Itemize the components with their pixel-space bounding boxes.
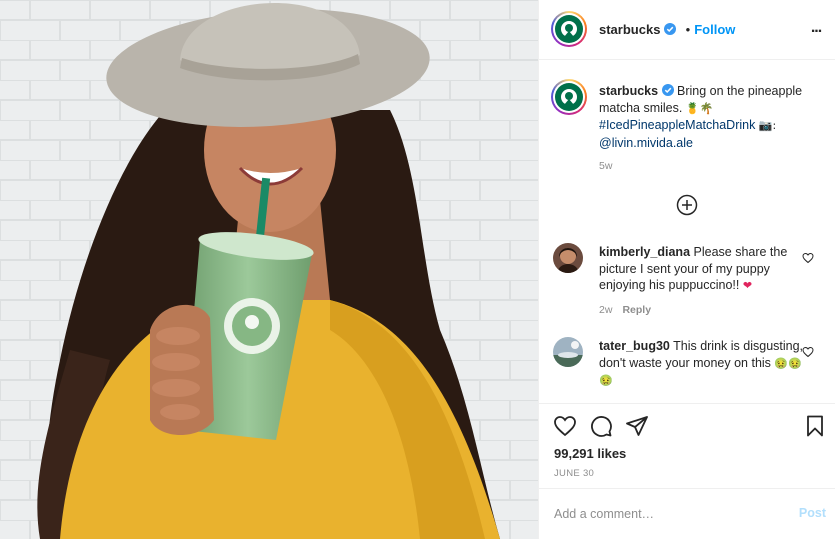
comment-1: kimberly_diana Please share the picture … <box>599 244 804 295</box>
commenter-avatar[interactable] <box>553 337 583 367</box>
post-side-panel: starbucks • Follow ... starbucks Bring on… <box>538 0 835 539</box>
like-comment-heart-icon[interactable] <box>802 346 814 358</box>
comment-1-meta: 2w Reply <box>599 304 651 316</box>
like-comment-heart-icon[interactable] <box>802 252 814 264</box>
add-comment-bar: Post <box>539 488 835 539</box>
post-header: starbucks • Follow ... <box>539 0 835 60</box>
paper-plane-icon[interactable] <box>625 414 649 438</box>
commenter-avatar[interactable] <box>553 243 583 273</box>
post-photo[interactable] <box>0 0 538 539</box>
caption-camera: 📷: <box>758 119 777 132</box>
caption-emojis: 🍍🌴 <box>685 101 714 115</box>
more-options-button[interactable]: ... <box>806 18 826 38</box>
caption-timestamp: 5w <box>599 160 613 172</box>
caption-avatar[interactable] <box>551 79 587 115</box>
post-comment-button[interactable]: Post <box>799 506 826 520</box>
separator-dot: • <box>685 22 691 37</box>
verified-badge-icon <box>664 23 677 35</box>
account-username[interactable]: starbucks <box>599 22 660 37</box>
add-comment-input[interactable] <box>554 503 784 525</box>
instagram-post: starbucks • Follow ... starbucks Bring on… <box>0 0 835 539</box>
comment-timestamp: 2w <box>599 304 613 316</box>
reply-button[interactable]: Reply <box>622 304 651 316</box>
post-caption: starbucks Bring on the pineapple matcha … <box>599 83 824 151</box>
bookmark-icon[interactable] <box>803 414 827 438</box>
caption-username[interactable]: starbucks <box>599 84 658 98</box>
starbucks-logo-icon <box>555 83 583 111</box>
comment-username[interactable]: kimberly_diana <box>599 245 690 259</box>
likes-count[interactable]: 99,291 likes <box>554 446 626 461</box>
header-line: starbucks • Follow <box>599 22 735 37</box>
heart-icon[interactable] <box>553 414 577 438</box>
caption-hashtag[interactable]: #IcedPineappleMatchaDrink <box>599 118 755 132</box>
plus-circle-icon[interactable] <box>676 194 698 216</box>
post-image <box>0 0 538 539</box>
follow-button[interactable]: Follow <box>694 22 735 37</box>
comment-2: tater_bug30 This drink is disgusting, do… <box>599 338 804 390</box>
starbucks-avatar[interactable] <box>551 11 587 47</box>
heart-emoji: ❤ <box>742 279 753 292</box>
comment-icon[interactable] <box>589 414 613 438</box>
comment-username[interactable]: tater_bug30 <box>599 339 670 353</box>
starbucks-logo-icon <box>555 15 583 43</box>
post-date: JUNE 30 <box>554 468 595 479</box>
verified-badge-icon <box>661 84 674 96</box>
caption-mention[interactable]: @livin.mivida.ale <box>599 136 693 150</box>
